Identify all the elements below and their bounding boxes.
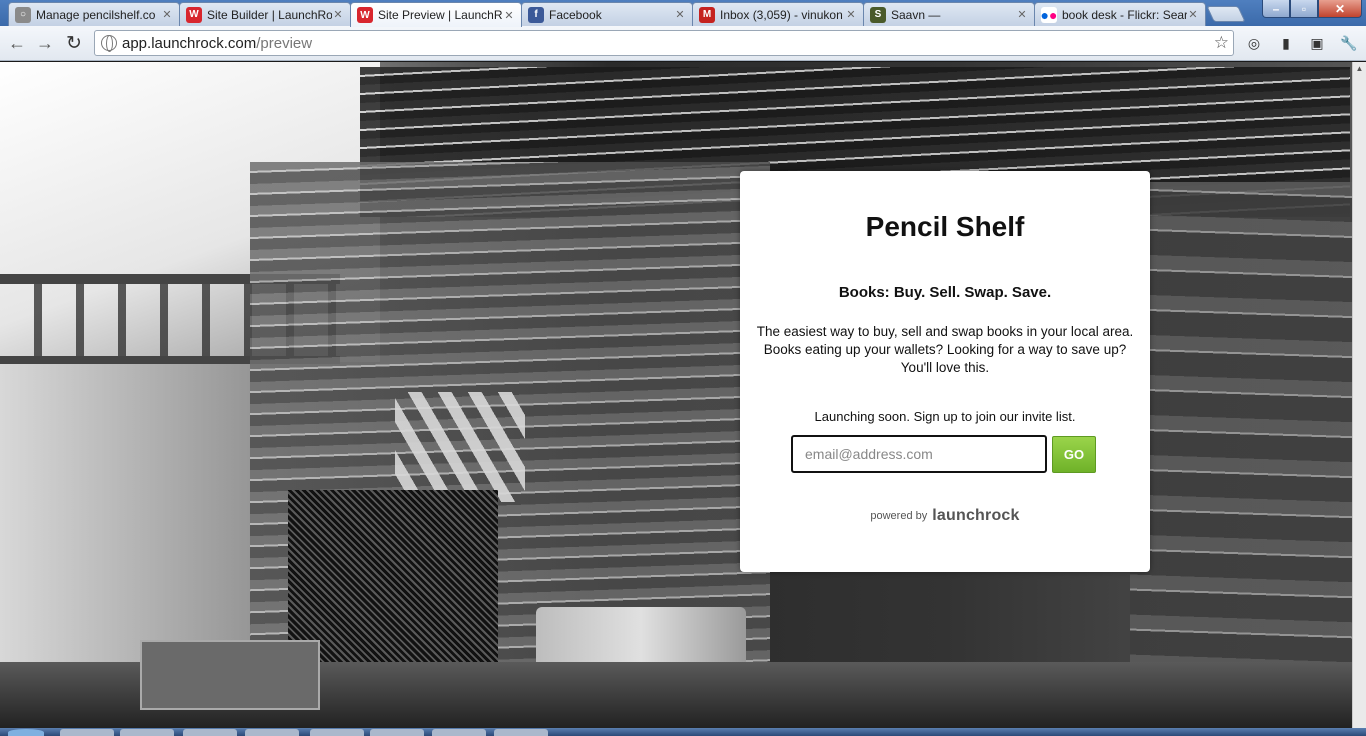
tab-gmail-inbox[interactable]: M Inbox (3,059) - vinukon ✕ (692, 2, 864, 26)
close-icon[interactable]: ✕ (332, 8, 344, 21)
tab-site-builder[interactable]: W Site Builder | LaunchRo ✕ (179, 2, 351, 26)
powered-by[interactable]: powered by launchrock (740, 507, 1150, 525)
close-icon[interactable]: ✕ (845, 8, 857, 21)
tab-label: Site Builder | LaunchRo (207, 7, 332, 22)
page-title: Pencil Shelf (865, 211, 1025, 242)
close-window-button[interactable]: ✕ (1318, 0, 1362, 18)
flickr-icon: ● ● (1040, 6, 1058, 23)
url-host: app.launchrock.com (122, 34, 257, 52)
taskbar-item[interactable] (245, 729, 299, 736)
launch-text: Launching soon. Sign up to join our invi… (814, 409, 1076, 424)
tab-label: Manage pencilshelf.co (36, 7, 156, 22)
close-icon[interactable]: ✕ (1187, 8, 1199, 21)
url-text: app.launchrock.com/preview (122, 35, 312, 52)
email-input[interactable] (791, 435, 1047, 473)
new-tab-button[interactable] (1206, 6, 1246, 22)
taskbar-item[interactable] (183, 729, 237, 736)
background-pencils (395, 392, 525, 502)
maximize-button[interactable]: ▫ (1290, 0, 1318, 18)
page-scrollbar[interactable]: ▲ (1352, 62, 1366, 728)
taskbar-item[interactable] (432, 729, 486, 736)
close-icon[interactable]: ✕ (503, 9, 515, 22)
tab-label: Inbox (3,059) - vinukon (720, 7, 843, 22)
tab-manage-pencilshelf[interactable]: ○ Manage pencilshelf.co ✕ (8, 2, 180, 26)
scroll-up-icon[interactable]: ▲ (1353, 62, 1366, 76)
taskbar-item[interactable] (60, 729, 114, 736)
go-button[interactable]: GO (1052, 436, 1096, 473)
launchrock-icon: W (357, 7, 373, 23)
background-sign (140, 640, 320, 710)
tab-label: Saavn — (891, 7, 941, 22)
tab-site-preview[interactable]: W Site Preview | LaunchR ✕ (350, 2, 522, 27)
os-taskbar (0, 728, 1366, 736)
tab-label: book desk - Flickr: Sear (1062, 7, 1187, 22)
gmail-icon: M (699, 6, 715, 23)
saavn-icon: S (870, 6, 886, 23)
description: The easiest way to buy, sell and swap bo… (756, 324, 1134, 375)
close-icon[interactable]: ✕ (674, 8, 686, 21)
back-button[interactable]: ← (5, 32, 29, 54)
forward-button[interactable]: → (33, 32, 57, 54)
close-icon[interactable]: ✕ (1016, 8, 1028, 21)
close-icon[interactable]: ✕ (161, 8, 173, 21)
tab-label: Site Preview | LaunchR (378, 8, 503, 22)
reload-button[interactable]: ↻ (62, 32, 86, 54)
tab-flickr[interactable]: ● ● book desk - Flickr: Sear ✕ (1034, 2, 1206, 26)
bookmark-star-icon[interactable]: ☆ (1214, 33, 1229, 53)
tab-saavn[interactable]: S Saavn — ✕ (863, 2, 1035, 26)
tagline: Books: Buy. Sell. Swap. Save. (838, 284, 1052, 301)
tab-label: Facebook (549, 7, 602, 22)
start-button[interactable] (8, 729, 44, 736)
taskbar-item[interactable] (370, 729, 424, 736)
browser-toolbar: ← → ↻ app.launchrock.com/preview ☆ ◎ ▮ ▣… (0, 26, 1366, 61)
extension-icon[interactable]: ▮ (1276, 33, 1296, 53)
taskbar-item[interactable] (310, 729, 364, 736)
url-path: /preview (256, 34, 313, 52)
compass-icon[interactable]: ◎ (1244, 33, 1264, 53)
powered-by-label: powered by (870, 510, 928, 522)
facebook-icon: f (528, 6, 544, 23)
screenshot-icon[interactable]: ▣ (1307, 33, 1327, 53)
taskbar-item[interactable] (494, 729, 548, 736)
minimize-button[interactable]: – (1262, 0, 1290, 18)
launchrock-icon: W (186, 6, 202, 23)
globe-icon: ○ (15, 6, 31, 23)
background-book-stack-right (1130, 182, 1352, 722)
launchrock-logo: launchrock (932, 507, 1020, 524)
address-bar[interactable]: app.launchrock.com/preview ☆ (94, 30, 1234, 56)
globe-icon (101, 35, 117, 52)
taskbar-item[interactable] (120, 729, 174, 736)
tab-strip: ○ Manage pencilshelf.co ✕ W Site Builder… (0, 0, 1366, 27)
signup-card: Pencil Shelf Books: Buy. Sell. Swap. Sav… (740, 171, 1150, 572)
window-controls: – ▫ ✕ (1262, 0, 1362, 18)
wrench-icon[interactable]: 🔧 (1339, 33, 1359, 53)
tab-facebook[interactable]: f Facebook ✕ (521, 2, 693, 26)
